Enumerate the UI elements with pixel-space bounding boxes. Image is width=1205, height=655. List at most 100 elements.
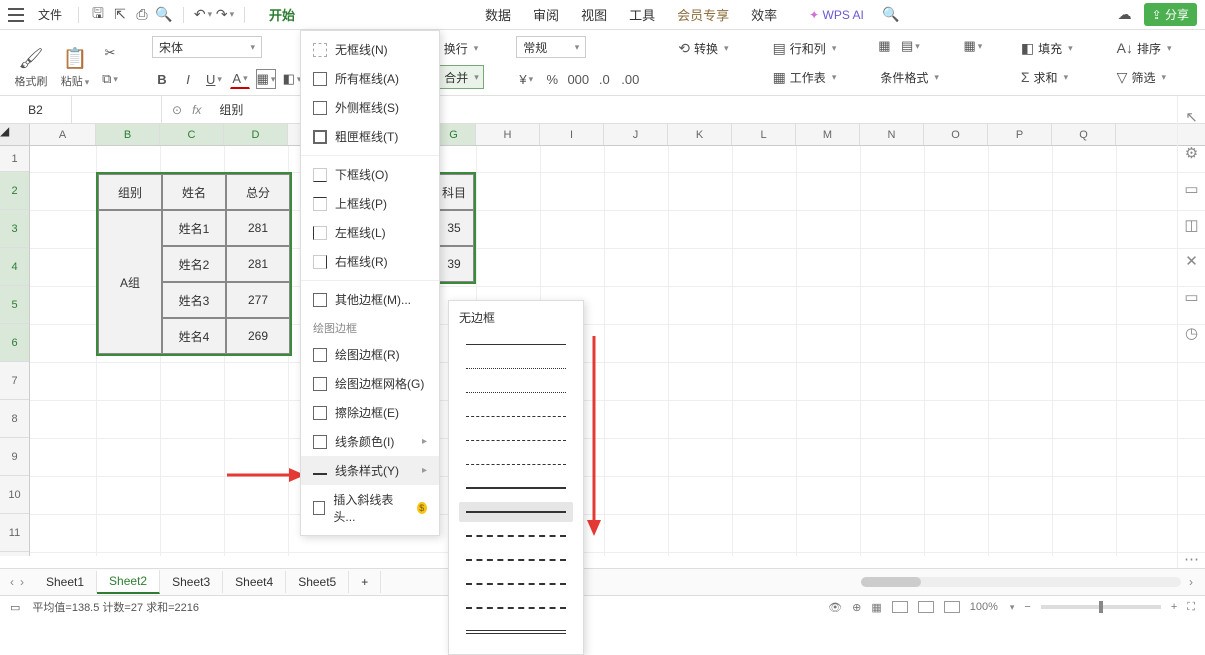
- tab-next-icon[interactable]: ›: [20, 575, 24, 589]
- row-3[interactable]: 3: [0, 210, 29, 248]
- col-C[interactable]: C: [160, 124, 224, 145]
- sum-button[interactable]: Σ求和▾: [1015, 65, 1079, 89]
- status-eye-icon[interactable]: 👁: [828, 601, 842, 614]
- border-button[interactable]: ▦▾: [256, 69, 276, 89]
- name-box[interactable]: B2: [0, 96, 72, 123]
- th-score[interactable]: 总分: [226, 174, 290, 210]
- redo-icon[interactable]: ↷▾: [216, 6, 234, 24]
- ls-none-label[interactable]: 无边框: [459, 309, 573, 326]
- tab-vip[interactable]: 会员专享: [675, 3, 731, 26]
- th-group[interactable]: 组别: [98, 174, 162, 210]
- table-style-icon[interactable]: ▦▾: [963, 36, 983, 56]
- inc-dec-icon[interactable]: .0: [594, 69, 614, 89]
- bm-diagonal[interactable]: 插入斜线表头...$: [301, 485, 439, 531]
- col-I[interactable]: I: [540, 124, 604, 145]
- g-val[interactable]: 39: [434, 246, 474, 282]
- bm-thick-box[interactable]: 粗匣框线(T): [301, 122, 439, 151]
- sort-button[interactable]: A↓排序▾: [1111, 36, 1178, 60]
- bm-line-style[interactable]: 线条样式(Y)▸: [301, 456, 439, 485]
- bm-right[interactable]: 右框线(R): [301, 247, 439, 276]
- col-N[interactable]: N: [860, 124, 924, 145]
- sheet-tab-2[interactable]: Sheet2: [97, 570, 160, 594]
- preview-icon[interactable]: 🔍: [155, 6, 173, 24]
- cell-score[interactable]: 281: [226, 246, 290, 282]
- cond-format-button[interactable]: 条件格式▾: [874, 65, 945, 89]
- horizontal-scrollbar[interactable]: [861, 577, 1181, 587]
- tab-review[interactable]: 审阅: [531, 3, 561, 26]
- view-break-icon[interactable]: [944, 601, 960, 613]
- undo-icon[interactable]: ↶▾: [194, 6, 212, 24]
- scroll-right-icon[interactable]: ›: [1189, 575, 1193, 589]
- col-J[interactable]: J: [604, 124, 668, 145]
- row-6[interactable]: 6: [0, 324, 29, 362]
- bm-outer-border[interactable]: 外侧框线(S): [301, 93, 439, 122]
- bm-left[interactable]: 左框线(L): [301, 218, 439, 247]
- ls-dashdot[interactable]: [459, 430, 573, 450]
- formula-value[interactable]: 组别: [211, 101, 251, 118]
- th-name[interactable]: 姓名: [162, 174, 226, 210]
- bm-draw-grid[interactable]: 绘图边框网格(G): [301, 369, 439, 398]
- cell-score[interactable]: 281: [226, 210, 290, 246]
- share-button[interactable]: ⇪ 分享: [1144, 3, 1197, 26]
- rail-more-icon[interactable]: ⋯: [1184, 550, 1199, 568]
- convert-button[interactable]: ⟲转换▾: [672, 36, 734, 60]
- fullscreen-icon[interactable]: ⛶: [1187, 601, 1195, 614]
- bm-all-border[interactable]: 所有框线(A): [301, 64, 439, 93]
- rowcol-button[interactable]: ▤行和列▾: [767, 36, 843, 60]
- zoom-slider[interactable]: [1041, 605, 1161, 609]
- rail-chart-icon[interactable]: ◫: [1184, 216, 1198, 234]
- cell-name[interactable]: 姓名4: [162, 318, 226, 354]
- rail-tools-icon[interactable]: ✕: [1185, 252, 1198, 270]
- bm-bottom[interactable]: 下框线(O): [301, 160, 439, 189]
- tab-data[interactable]: 数据: [483, 3, 513, 26]
- format-brush-button[interactable]: 🖌格式刷: [12, 46, 50, 89]
- ls-dashed-s[interactable]: [459, 406, 573, 426]
- sheet-tab-3[interactable]: Sheet3: [160, 571, 223, 593]
- sheet-tab-1[interactable]: Sheet1: [34, 571, 97, 593]
- row-10[interactable]: 10: [0, 476, 29, 514]
- sheet-tab-5[interactable]: Sheet5: [286, 571, 349, 593]
- font-name-select[interactable]: 宋体▾: [152, 36, 262, 58]
- fill-color-button[interactable]: ◧▾: [282, 69, 302, 89]
- menu-icon[interactable]: [8, 8, 24, 22]
- percent-icon[interactable]: %: [542, 69, 562, 89]
- col-D[interactable]: D: [224, 124, 288, 145]
- cell-score[interactable]: 269: [226, 318, 290, 354]
- sheet-tab-4[interactable]: Sheet4: [223, 571, 286, 593]
- cell-name[interactable]: 姓名3: [162, 282, 226, 318]
- cell-name[interactable]: 姓名2: [162, 246, 226, 282]
- rail-book-icon[interactable]: ▭: [1184, 288, 1198, 306]
- cell-group[interactable]: A组: [98, 210, 162, 354]
- zoom-value[interactable]: 100%: [970, 601, 998, 613]
- cell-name[interactable]: 姓名1: [162, 210, 226, 246]
- ls-dotted[interactable]: [459, 382, 573, 402]
- rail-panel-icon[interactable]: ▭: [1184, 180, 1198, 198]
- row-2[interactable]: 2: [0, 172, 29, 210]
- add-sheet-button[interactable]: +: [349, 571, 381, 593]
- ls-thick[interactable]: [459, 502, 573, 522]
- bm-no-border[interactable]: 无框线(N): [301, 35, 439, 64]
- export-icon[interactable]: ⇱: [111, 6, 129, 24]
- row-11[interactable]: 11: [0, 514, 29, 552]
- cell-score[interactable]: 277: [226, 282, 290, 318]
- save-icon[interactable]: 🖫: [89, 6, 107, 24]
- cloud-icon[interactable]: ☁: [1116, 6, 1134, 24]
- col-L[interactable]: L: [732, 124, 796, 145]
- col-H[interactable]: H: [476, 124, 540, 145]
- col-M[interactable]: M: [796, 124, 860, 145]
- fb-cancel-icon[interactable]: ⊙: [172, 103, 182, 117]
- status-grid-icon[interactable]: ▦: [871, 601, 881, 614]
- ls-hair[interactable]: [459, 358, 573, 378]
- bm-line-color[interactable]: 线条颜色(I)▸: [301, 427, 439, 456]
- ls-med-dashdot[interactable]: [459, 550, 573, 570]
- view-layout-icon[interactable]: [918, 601, 934, 613]
- bm-more[interactable]: 其他边框(M)...: [301, 285, 439, 314]
- wps-ai-label[interactable]: ✦ WPS AI: [809, 8, 864, 22]
- number-format-select[interactable]: 常规▾: [516, 36, 586, 58]
- print-icon[interactable]: ⎙: [133, 6, 151, 24]
- cut-icon[interactable]: ✂: [100, 43, 120, 63]
- col-A[interactable]: A: [30, 124, 96, 145]
- worksheet-button[interactable]: ▦工作表▾: [767, 65, 843, 89]
- tab-tools[interactable]: 工具: [627, 3, 657, 26]
- g-val[interactable]: 35: [434, 210, 474, 246]
